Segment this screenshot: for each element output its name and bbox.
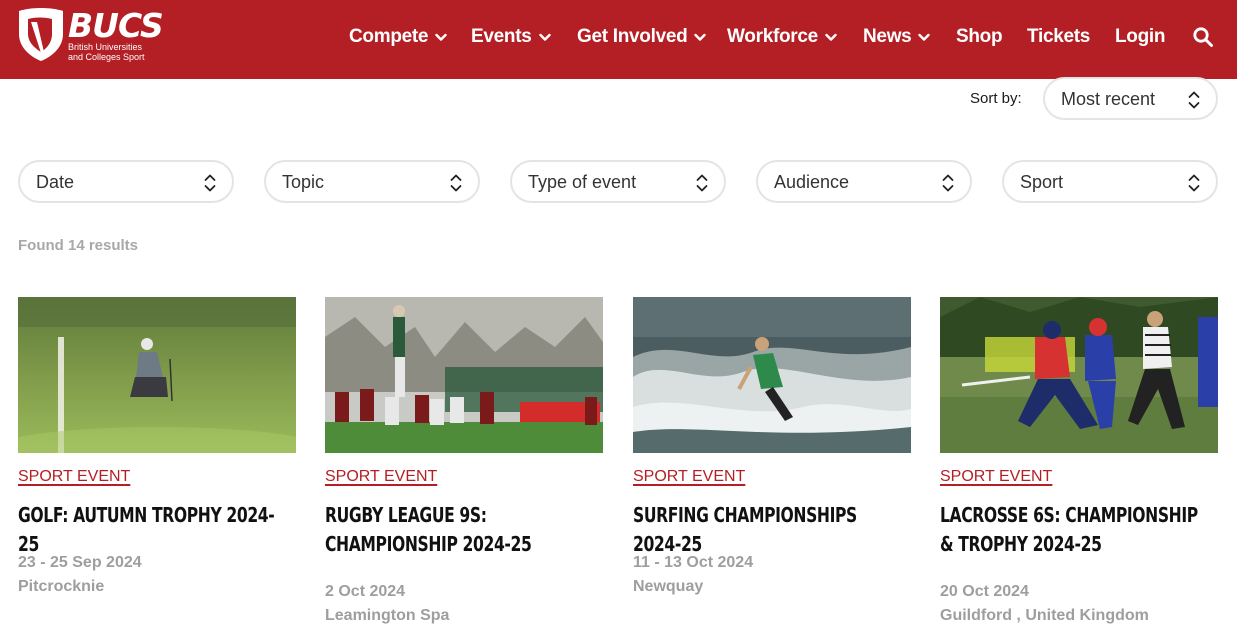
filter-sport[interactable]: Sport <box>1002 160 1218 203</box>
event-title[interactable]: LACROSSE 6S: CHAMPIONSHIP & TROPHY 2024-… <box>940 501 1205 559</box>
event-tag[interactable]: SPORT EVENT <box>18 467 130 487</box>
chevron-down-icon <box>435 33 447 41</box>
event-image-lacrosse[interactable] <box>940 297 1218 453</box>
chevron-down-icon <box>694 33 707 41</box>
chevron-down-icon <box>538 33 551 41</box>
event-tag[interactable]: SPORT EVENT <box>325 467 437 487</box>
event-location: Pitcrocknie <box>18 578 105 595</box>
up-down-chevron-icon <box>1188 91 1200 109</box>
filter-topic[interactable]: Topic <box>264 160 480 203</box>
chevron-down-icon <box>918 33 931 41</box>
event-title[interactable]: SURFING CHAMPIONSHIPS 2024-25 <box>633 501 898 559</box>
search-icon[interactable] <box>1192 26 1214 48</box>
nav-item-compete[interactable]: Compete <box>349 24 447 50</box>
filter-date[interactable]: Date <box>18 160 234 203</box>
event-image-surfing[interactable] <box>633 297 911 453</box>
event-image-rugby[interactable] <box>325 297 603 453</box>
sort-select[interactable]: Most recent <box>1043 77 1218 120</box>
filter-audience[interactable]: Audience <box>756 160 972 203</box>
chevron-down-icon <box>825 33 837 41</box>
event-date: 2 Oct 2024 <box>325 583 406 600</box>
event-date: 20 Oct 2024 <box>940 583 1029 600</box>
event-location: Leamington Spa <box>325 607 450 624</box>
nav-item-get-involved[interactable]: Get Involved <box>577 24 707 50</box>
filter-type-of-event[interactable]: Type of event <box>510 160 726 203</box>
site-header: BUCS British Universities and Colleges S… <box>0 0 1237 79</box>
nav-item-tickets[interactable]: Tickets <box>1027 24 1090 50</box>
event-location: Newquay <box>633 578 704 595</box>
up-down-chevron-icon <box>696 174 708 192</box>
up-down-chevron-icon <box>204 174 216 192</box>
nav-item-workforce[interactable]: Workforce <box>727 24 837 50</box>
logo-tagline: British Universities and Colleges Sport <box>68 42 145 62</box>
up-down-chevron-icon <box>942 174 954 192</box>
event-title[interactable]: RUGBY LEAGUE 9S: CHAMPIONSHIP 2024-25 <box>325 501 590 559</box>
bucs-logo[interactable]: BUCS British Universities and Colleges S… <box>17 6 164 64</box>
sort-label: Sort by: <box>970 90 1022 107</box>
shield-logo-icon <box>19 8 63 61</box>
event-date: 11 - 13 Oct 2024 <box>633 554 754 571</box>
nav-item-login[interactable]: Login <box>1115 24 1166 50</box>
up-down-chevron-icon <box>450 174 462 192</box>
nav-item-events[interactable]: Events <box>471 24 551 50</box>
event-title[interactable]: GOLF: AUTUMN TROPHY 2024-25 <box>18 501 283 559</box>
event-image-golf[interactable] <box>18 297 296 453</box>
event-location: Guildford , United Kingdom <box>940 607 1149 624</box>
event-date: 23 - 25 Sep 2024 <box>18 554 142 571</box>
event-tag[interactable]: SPORT EVENT <box>940 467 1052 487</box>
nav-item-news[interactable]: News <box>863 24 931 50</box>
up-down-chevron-icon <box>1188 174 1200 192</box>
results-count: Found 14 results <box>18 237 139 254</box>
nav-item-shop[interactable]: Shop <box>956 24 1003 50</box>
logo-wordmark: BUCS <box>68 6 164 45</box>
event-tag[interactable]: SPORT EVENT <box>633 467 745 487</box>
